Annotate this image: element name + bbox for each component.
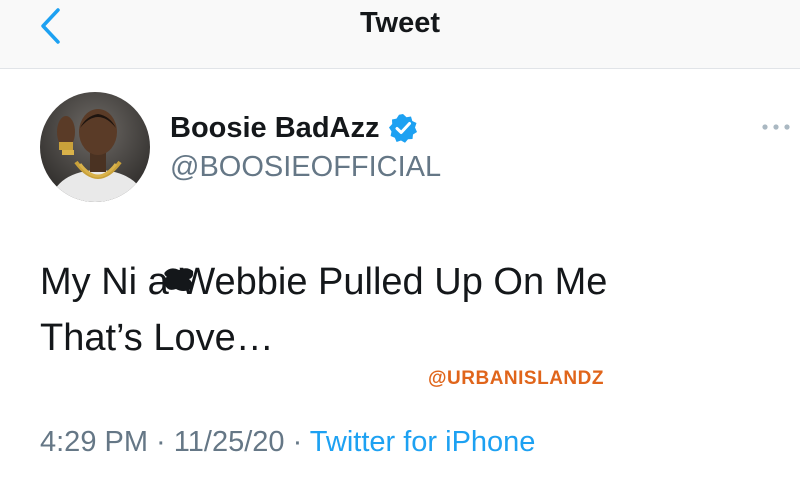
tweet-metadata: 4:29 PM · 11/25/20 · Twitter for iPhone bbox=[40, 424, 535, 460]
more-horizontal-icon bbox=[762, 124, 790, 130]
verified-badge-icon bbox=[387, 112, 419, 144]
tweet-time: 4:29 PM bbox=[40, 426, 148, 458]
meta-separator: · bbox=[284, 426, 310, 458]
redaction-scribble bbox=[164, 268, 194, 291]
watermark-label: @URBANISLANDZ bbox=[428, 368, 604, 389]
avatar-image bbox=[40, 92, 150, 202]
navigation-bar: Tweet bbox=[0, 0, 800, 69]
more-options-button[interactable] bbox=[756, 112, 796, 142]
user-handle[interactable]: @BOOSIEOFFICIAL bbox=[170, 151, 441, 183]
tweet-text: My Ni a Webbie Pulled Up On Me That’s Lo… bbox=[40, 261, 608, 359]
page-title: Tweet bbox=[359, 7, 441, 39]
author-name-row[interactable]: Boosie BadAzz bbox=[170, 112, 419, 144]
display-name[interactable]: Boosie BadAzz bbox=[170, 112, 379, 144]
tweet-source-link[interactable]: Twitter for iPhone bbox=[310, 426, 536, 458]
meta-separator: · bbox=[148, 426, 174, 458]
avatar[interactable] bbox=[40, 92, 150, 202]
tweet-date: 11/25/20 bbox=[173, 426, 285, 458]
